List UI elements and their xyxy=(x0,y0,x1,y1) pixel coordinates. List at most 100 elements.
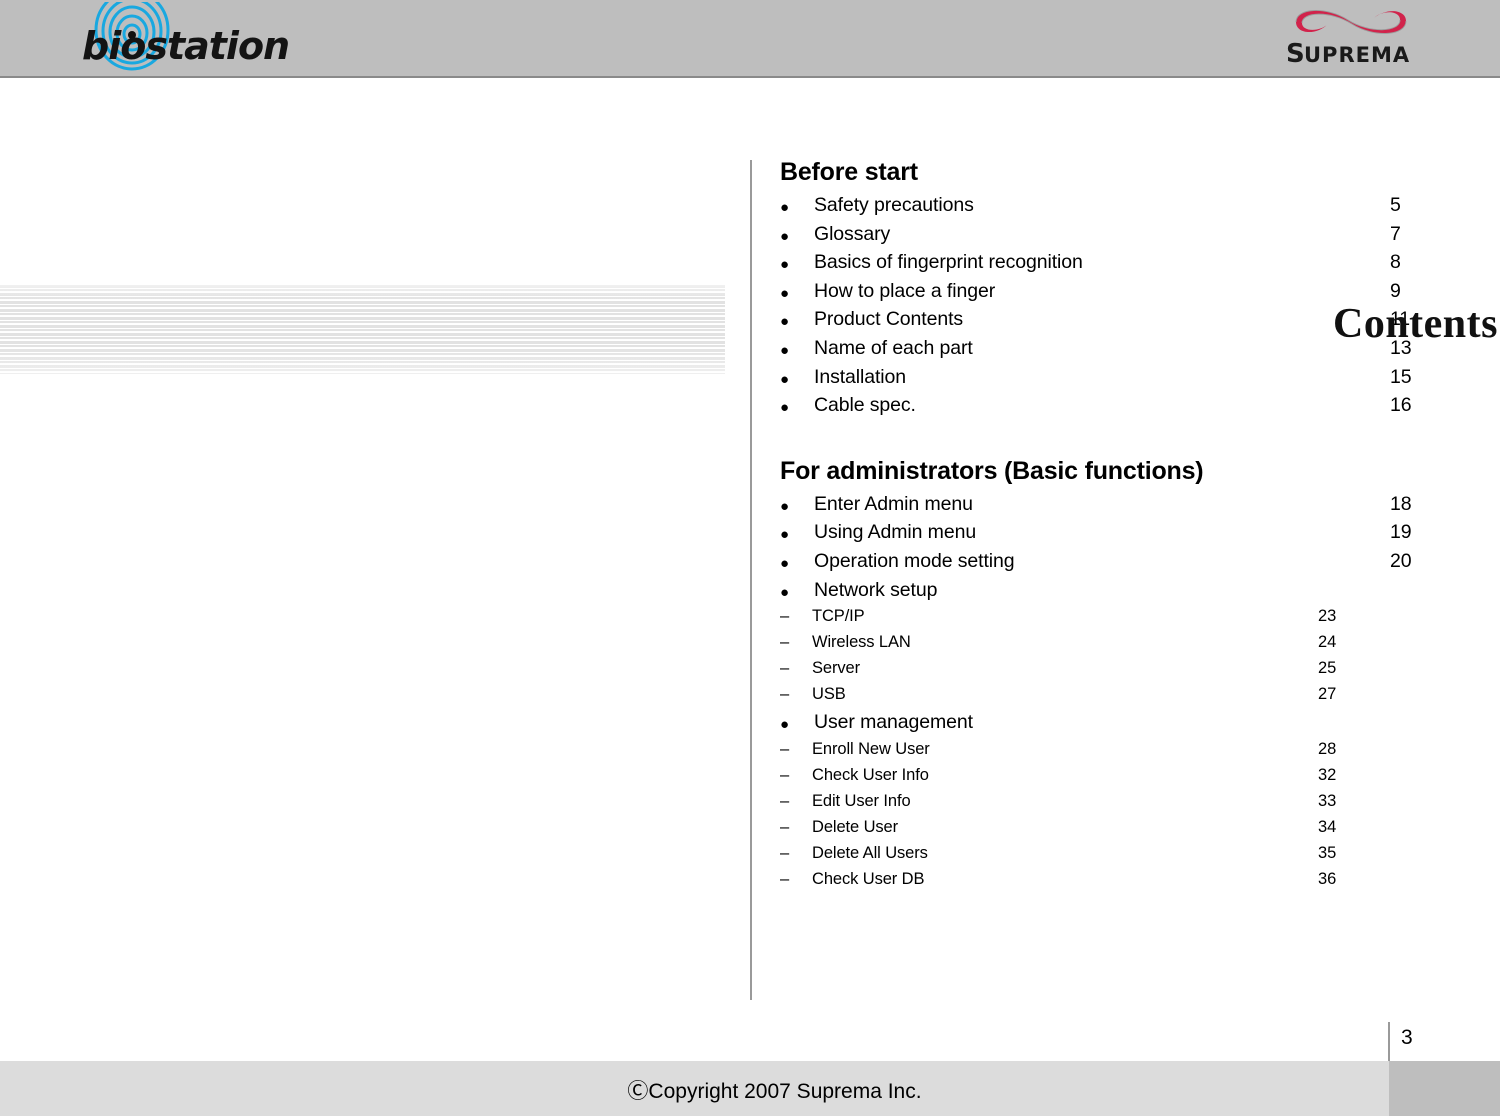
bullet-marker-icon: ● xyxy=(780,399,789,417)
bullet-marker-icon: ● xyxy=(780,284,789,302)
toc-entry-page: 20 xyxy=(1390,549,1412,572)
toc-entry[interactable]: – Check User Info 32 xyxy=(780,766,1480,792)
toc-entry-page: 16 xyxy=(1390,394,1412,417)
toc-section-heading: Before start xyxy=(780,158,918,186)
toc-entry-label: Product Contents xyxy=(814,308,964,331)
bullet-marker-icon: ● xyxy=(780,256,789,274)
toc-entry[interactable]: – Wireless LAN 24 xyxy=(780,633,1480,659)
toc-entry-page: 34 xyxy=(1318,817,1337,836)
dash-marker-icon: – xyxy=(780,607,790,626)
page-number-rule xyxy=(1388,1022,1390,1062)
toc-entry[interactable]: ● Safety precautions 5 xyxy=(780,194,1480,223)
toc-entry[interactable]: – TCP/IP 23 xyxy=(780,607,1480,633)
toc-entry-label: Delete User xyxy=(812,817,899,836)
bullet-marker-icon: ● xyxy=(780,497,789,515)
toc-entry-label: Check User DB xyxy=(812,869,925,888)
toc-entry-page: 15 xyxy=(1390,365,1412,388)
toc-entry-label: Check User Info xyxy=(812,765,929,784)
toc-entry-label: Enter Admin menu xyxy=(814,492,973,515)
toc-entry[interactable]: ● Network setup xyxy=(780,579,1480,608)
toc-entry[interactable]: ● Installation 15 xyxy=(780,366,1480,395)
toc-entry-label: Cable spec. xyxy=(814,394,916,417)
bullet-marker-icon: ● xyxy=(780,716,789,734)
toc-entry-page: 19 xyxy=(1390,521,1412,544)
toc-entry[interactable]: ● User management xyxy=(780,711,1480,740)
svg-text:biostation: biostation xyxy=(82,24,289,68)
dash-marker-icon: – xyxy=(780,685,790,704)
toc-entry-page: 25 xyxy=(1318,659,1337,678)
dash-marker-icon: – xyxy=(780,633,790,652)
dash-marker-icon: – xyxy=(780,869,790,888)
toc-entry[interactable]: ● Operation mode setting 20 xyxy=(780,550,1480,579)
svg-text:UPREMA: UPREMA xyxy=(1304,43,1410,67)
footer-band-right xyxy=(1389,1061,1500,1116)
bullet-marker-icon: ● xyxy=(780,313,789,331)
toc-entry-label: Server xyxy=(812,659,860,678)
dash-marker-icon: – xyxy=(780,843,790,862)
toc-entry-label: Edit User Info xyxy=(812,791,911,810)
bullet-marker-icon: ● xyxy=(780,199,789,216)
contents-title-band xyxy=(0,284,725,374)
toc-entry-page: 33 xyxy=(1318,791,1337,810)
table-of-contents: Before start ● Safety precautions 5 ● Glossar… xyxy=(780,158,1480,896)
suprema-logo: S UPREMA xyxy=(1282,0,1452,74)
page-header: biostation S UPREMA xyxy=(0,0,1500,78)
bullet-marker-icon: ● xyxy=(780,341,789,359)
toc-entry-label: How to place a finger xyxy=(814,279,996,302)
toc-entry-page: 27 xyxy=(1318,685,1337,704)
document-page: biostation S UPREMA Contents Before star… xyxy=(0,0,1500,1116)
biostation-logo: biostation xyxy=(40,2,320,74)
bullet-marker-icon: ● xyxy=(780,526,789,544)
toc-entry-page: 5 xyxy=(1390,194,1401,216)
toc-entry[interactable]: – Check User DB 36 xyxy=(780,870,1480,896)
bullet-marker-icon: ● xyxy=(780,227,789,245)
toc-entry-page: 7 xyxy=(1390,222,1401,245)
toc-entry-label: Delete All Users xyxy=(812,843,928,862)
toc-entry[interactable]: ● Cable spec. 16 xyxy=(780,394,1480,423)
toc-entry[interactable]: – Enroll New User 28 xyxy=(780,740,1480,766)
toc-section-heading: For administrators (Basic functions) xyxy=(780,456,1204,485)
toc-entry-label: Operation mode setting xyxy=(814,549,1015,572)
bullet-marker-icon: ● xyxy=(780,370,789,388)
page-title: Contents xyxy=(1332,301,1498,347)
toc-entry-page: 28 xyxy=(1318,739,1337,758)
dash-marker-icon: – xyxy=(780,659,790,678)
toc-entry-label: Using Admin menu xyxy=(814,521,977,544)
toc-entry-label: Basics of fingerprint recognition xyxy=(814,251,1083,274)
toc-entry[interactable]: – Delete User 34 xyxy=(780,818,1480,844)
toc-entry-label: Network setup xyxy=(814,578,938,601)
toc-entry-label: Enroll New User xyxy=(812,739,930,758)
bullet-marker-icon: ● xyxy=(780,583,789,601)
svg-text:S: S xyxy=(1286,39,1305,69)
dash-marker-icon: – xyxy=(780,739,790,758)
dash-marker-icon: – xyxy=(780,791,790,810)
toc-entry-label: Name of each part xyxy=(814,336,973,359)
toc-entry-label: Safety precautions xyxy=(814,194,974,216)
toc-entry-label: Wireless LAN xyxy=(812,633,911,652)
toc-entry[interactable]: – Edit User Info 33 xyxy=(780,792,1480,818)
toc-entry-page: 8 xyxy=(1390,251,1401,274)
copyright-notice: ⒸCopyright 2007 Suprema Inc. xyxy=(627,1080,922,1103)
toc-entry[interactable]: – Delete All Users 35 xyxy=(780,844,1480,870)
toc-entry-page: 23 xyxy=(1318,607,1337,626)
toc-entry-page: 18 xyxy=(1390,492,1412,515)
dash-marker-icon: – xyxy=(780,765,790,784)
toc-entry[interactable]: – Server 25 xyxy=(780,659,1480,685)
toc-entry-page: 36 xyxy=(1318,869,1337,888)
toc-entry[interactable]: ● Basics of fingerprint recognition 8 xyxy=(780,251,1480,280)
toc-entry-label: User management xyxy=(814,711,973,734)
toc-entry-label: TCP/IP xyxy=(812,607,865,626)
toc-entry[interactable]: ● Glossary 7 xyxy=(780,223,1480,252)
toc-entry-page: 32 xyxy=(1318,765,1337,784)
toc-entry[interactable]: – USB 27 xyxy=(780,685,1480,711)
page-number: 3 xyxy=(1401,1026,1413,1049)
content-divider xyxy=(750,160,752,1000)
toc-entry[interactable]: ● Enter Admin menu 18 xyxy=(780,493,1480,522)
dash-marker-icon: – xyxy=(780,817,790,836)
bullet-marker-icon: ● xyxy=(780,554,789,572)
toc-entry-page: 24 xyxy=(1318,633,1337,652)
toc-entry[interactable]: ● Using Admin menu 19 xyxy=(780,521,1480,550)
toc-entry-label: Glossary xyxy=(814,222,891,245)
toc-entry-label: Installation xyxy=(814,365,907,388)
